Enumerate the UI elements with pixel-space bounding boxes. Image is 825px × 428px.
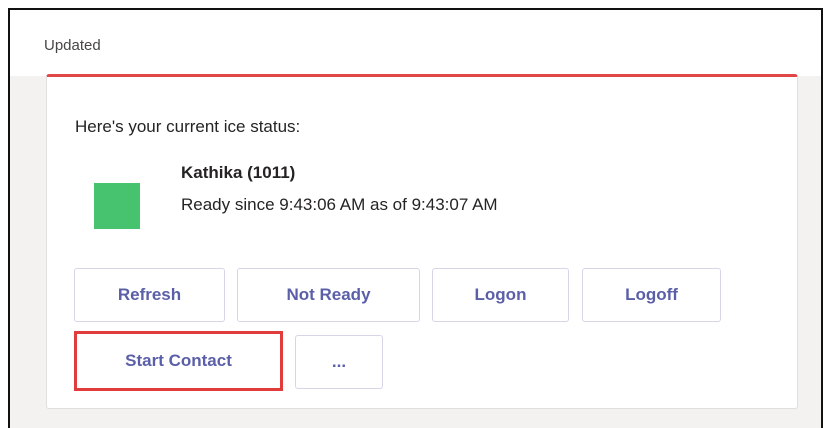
logoff-button[interactable]: Logoff	[582, 268, 721, 322]
not-ready-button[interactable]: Not Ready	[237, 268, 420, 322]
agent-status-text: Ready since 9:43:06 AM as of 9:43:07 AM	[181, 195, 498, 214]
header-strip: Updated	[10, 10, 821, 76]
agent-name: Kathika (1011)	[181, 163, 296, 182]
refresh-button[interactable]: Refresh	[74, 268, 225, 322]
logon-button[interactable]: Logon	[432, 268, 569, 322]
status-indicator-square	[94, 183, 140, 229]
adaptive-card-frame: Updated Here's your current ice status: …	[8, 8, 823, 428]
more-actions-button[interactable]: ...	[295, 335, 383, 389]
start-contact-button[interactable]: Start Contact	[74, 331, 283, 391]
updated-label: Updated	[44, 37, 101, 54]
ice-status-card: Here's your current ice status: Kathika …	[46, 74, 798, 409]
card-intro-text: Here's your current ice status:	[75, 117, 301, 136]
